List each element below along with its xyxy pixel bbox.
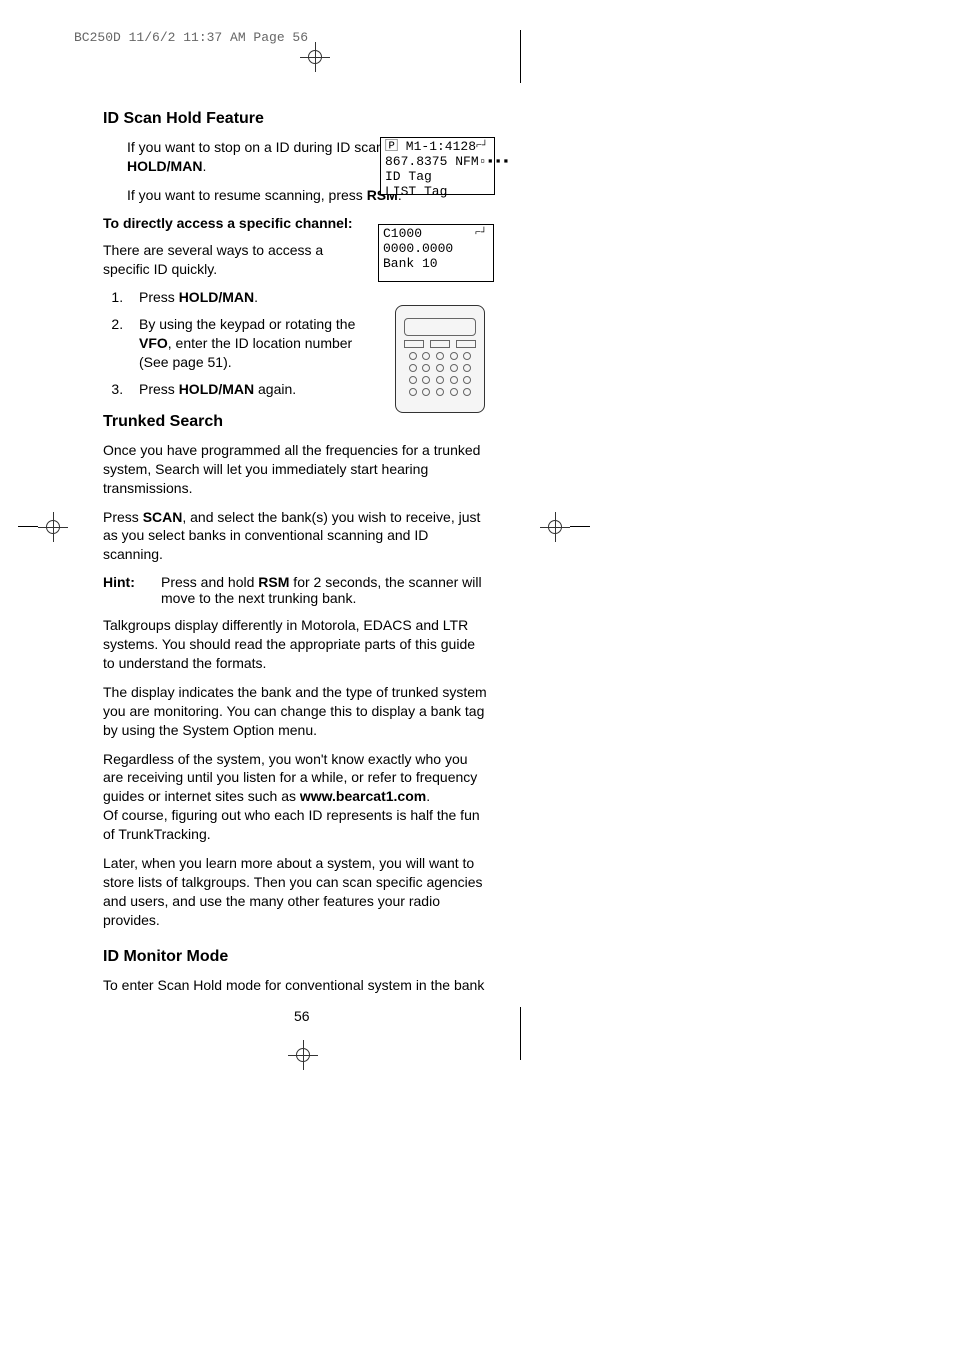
para-im-1: To enter Scan Hold mode for conventional… xyxy=(103,976,488,995)
device-key xyxy=(422,388,430,396)
para-ts-6: Later, when you learn more about a syste… xyxy=(103,854,488,930)
text: By using the keypad or rotating the xyxy=(139,316,355,332)
device-key xyxy=(436,388,444,396)
bold-holdman: HOLD/MAN xyxy=(127,158,202,174)
lcd1-line4: LIST Tag xyxy=(385,185,490,200)
lcd1-line2: 867.8375 NFM▫▪▪▪ xyxy=(385,155,490,170)
text: Press xyxy=(139,289,179,305)
heading-trunked-search: Trunked Search xyxy=(103,413,488,431)
device-key xyxy=(409,352,417,360)
lcd-display-1: 🄿 M1-1:4128⌐┘ 867.8375 NFM▫▪▪▪ ID Tag LI… xyxy=(380,137,495,195)
heading-id-monitor: ID Monitor Mode xyxy=(103,948,488,966)
hint-label: Hint: xyxy=(103,574,161,606)
text: 🄿 M1-1:4128 xyxy=(385,139,476,154)
crop-mark-bottom xyxy=(288,1040,318,1070)
text: again. xyxy=(254,381,296,397)
lcd2-line4: Bank 10 xyxy=(383,257,489,272)
lcd1-line1: 🄿 M1-1:4128⌐┘ xyxy=(385,140,490,155)
crop-mark-top xyxy=(300,42,330,72)
device-keypad-row-1 xyxy=(406,352,474,360)
device-btn-search xyxy=(456,340,476,348)
device-keypad-row-4 xyxy=(406,388,474,396)
lcd2-line1: C1000 ⌐┘ xyxy=(383,227,489,242)
para-ts-4: The display indicates the bank and the t… xyxy=(103,683,488,740)
para-ts-1: Once you have programmed all the frequen… xyxy=(103,441,488,498)
hold-icon: ⌐┘ xyxy=(476,141,488,153)
text: C1000 xyxy=(383,226,422,241)
bold-url: www.bearcat1.com xyxy=(300,788,426,804)
bold-rsm: RSM xyxy=(258,574,289,590)
step-2: By using the keypad or rotating the VFO,… xyxy=(127,315,367,372)
device-key xyxy=(436,352,444,360)
page-number: 56 xyxy=(294,1008,310,1024)
device-key xyxy=(463,376,471,384)
bold-holdman: HOLD/MAN xyxy=(179,289,254,305)
crop-mark-right xyxy=(540,512,570,542)
text: , enter the ID location number (See page… xyxy=(139,335,352,370)
crop-mark-left xyxy=(38,512,68,542)
device-key xyxy=(409,364,417,372)
crop-line-top xyxy=(520,30,521,83)
text: Press xyxy=(103,509,143,525)
print-header: BC250D 11/6/2 11:37 AM Page 56 xyxy=(74,30,308,45)
device-btn-scan xyxy=(404,340,424,348)
device-key xyxy=(450,376,458,384)
lcd-display-2: C1000 ⌐┘ 0000.0000 Bank 10 xyxy=(378,224,494,282)
device-key xyxy=(463,388,471,396)
device-key xyxy=(450,388,458,396)
para-ts-5: Regardless of the system, you won't know… xyxy=(103,750,488,807)
device-btn-service xyxy=(430,340,450,348)
device-key xyxy=(450,352,458,360)
bold-vfo: VFO xyxy=(139,335,168,351)
crop-line-right xyxy=(570,526,590,527)
text: Press xyxy=(139,381,179,397)
device-key xyxy=(463,364,471,372)
device-button-row-1 xyxy=(404,340,476,348)
crop-line-bottom xyxy=(520,1007,521,1060)
crop-line-left xyxy=(18,526,38,527)
text: . xyxy=(202,158,206,174)
heading-id-scan-hold: ID Scan Hold Feature xyxy=(103,110,488,128)
device-key xyxy=(409,376,417,384)
device-key xyxy=(436,364,444,372)
bold-scan: SCAN xyxy=(143,509,183,525)
device-key xyxy=(422,376,430,384)
device-key xyxy=(409,388,417,396)
text: If you want to resume scanning, press xyxy=(127,187,367,203)
para-ts-2: Press SCAN, and select the bank(s) you w… xyxy=(103,508,488,565)
device-key xyxy=(422,352,430,360)
bold-holdman: HOLD/MAN xyxy=(179,381,254,397)
hint-text: Press and hold RSM for 2 seconds, the sc… xyxy=(161,574,488,606)
lcd2-line2: 0000.0000 xyxy=(383,242,489,257)
device-keypad-row-3 xyxy=(406,376,474,384)
para-ts-3: Talkgroups display differently in Motoro… xyxy=(103,616,488,673)
device-key xyxy=(463,352,471,360)
device-key xyxy=(436,376,444,384)
device-key xyxy=(450,364,458,372)
lcd1-line3: ID Tag xyxy=(385,170,490,185)
device-screen xyxy=(404,318,476,336)
para-several-ways: There are several ways to access a speci… xyxy=(103,241,363,279)
hint-row: Hint: Press and hold RSM for 2 seconds, … xyxy=(103,574,488,606)
scanner-device-illustration xyxy=(395,305,485,413)
device-key xyxy=(422,364,430,372)
text: Press and hold xyxy=(161,574,258,590)
text: . xyxy=(254,289,258,305)
device-keypad-row-2 xyxy=(406,364,474,372)
hold-icon: ⌐┘ xyxy=(475,228,487,240)
para-ts-5b: Of course, figuring out who each ID repr… xyxy=(103,806,488,844)
text: . xyxy=(426,788,430,804)
